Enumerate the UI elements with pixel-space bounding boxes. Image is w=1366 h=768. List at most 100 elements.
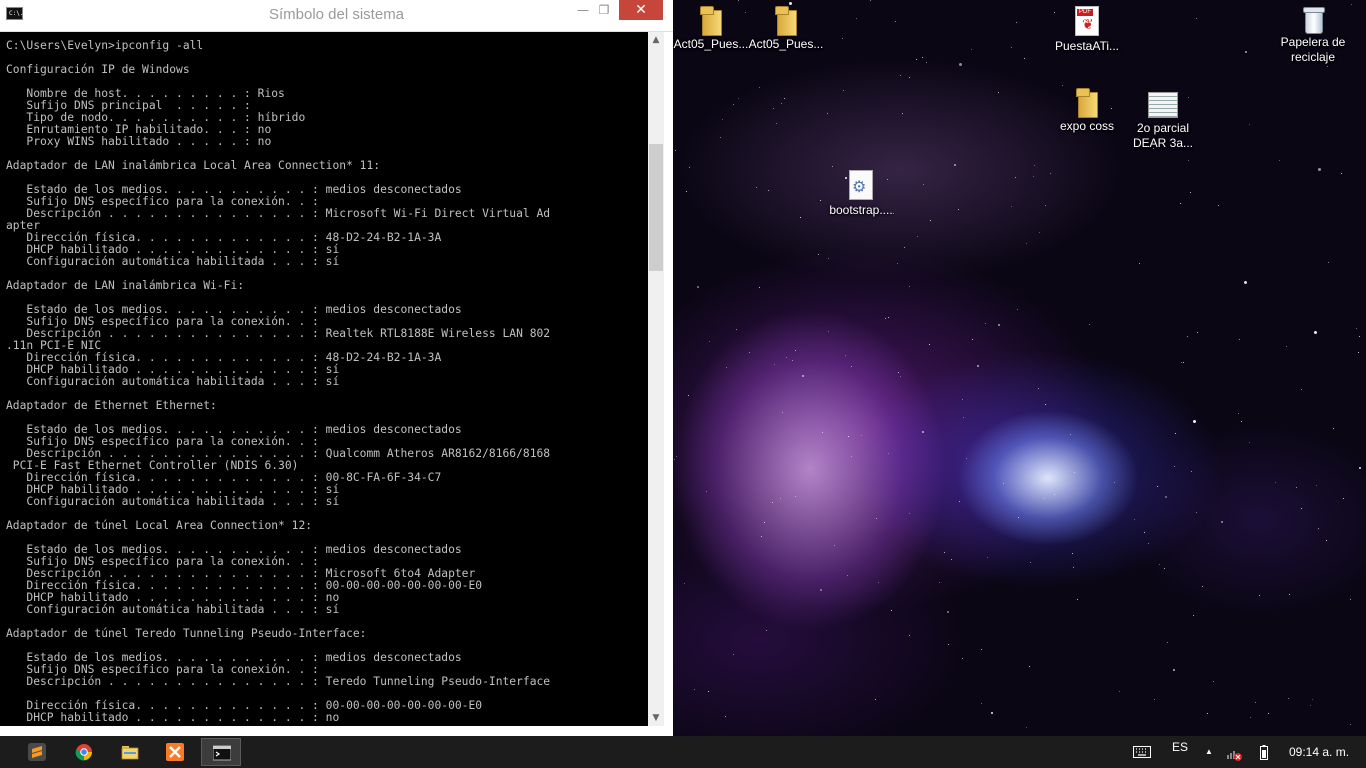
star [900, 375, 902, 377]
star [1011, 47, 1013, 49]
taskbar-xampp[interactable] [155, 738, 195, 766]
star [687, 395, 689, 397]
star [929, 219, 931, 221]
star [1327, 262, 1329, 264]
star [1156, 485, 1158, 487]
taskbar-chrome[interactable] [64, 738, 104, 766]
star [768, 190, 770, 192]
desktop-icon-2o-parcial[interactable]: 2o parcial DEAR 3a... [1122, 92, 1204, 151]
window-border-right [664, 32, 673, 736]
star [915, 58, 917, 60]
star [985, 323, 987, 325]
console-line: Adaptador de túnel Teredo Tunneling Pseu… [6, 627, 367, 640]
star [908, 77, 910, 79]
star [878, 581, 880, 583]
language-indicator[interactable]: ES [1172, 731, 1188, 763]
star [904, 246, 906, 248]
command-prompt-window[interactable]: C:\. Símbolo del sistema — ❐ ✕ C:\Users\… [0, 0, 673, 736]
star [801, 375, 804, 378]
battery-icon[interactable] [1260, 745, 1268, 760]
star [972, 338, 974, 340]
star [761, 536, 763, 538]
desktop-icon-act05-1[interactable]: Act05_Pues... [670, 6, 752, 52]
star [990, 711, 993, 714]
recycle-bin-icon [1303, 6, 1325, 34]
taskbar-file-explorer[interactable] [110, 738, 150, 766]
star [1289, 593, 1290, 595]
star [1245, 50, 1248, 53]
star [958, 501, 960, 503]
folder-icon [121, 746, 139, 760]
star [841, 37, 843, 39]
star [901, 113, 903, 115]
star [709, 340, 711, 342]
star [738, 98, 740, 100]
star [1359, 467, 1362, 470]
star [1118, 691, 1120, 693]
star [834, 544, 836, 546]
taskbar-sublime-text[interactable] [17, 738, 57, 766]
desktop-icon-pdf-puesta[interactable]: PDF ❦ PuestaATi... [1046, 6, 1128, 54]
close-button[interactable]: ✕ [619, 0, 663, 20]
star [1015, 21, 1017, 23]
star [693, 689, 695, 691]
star [1313, 331, 1317, 335]
star [1267, 712, 1269, 714]
console-line: Descripción . . . . . . . . . . . . . . … [6, 327, 551, 340]
console-line: Configuración automática habilitada . . … [6, 495, 340, 508]
star [944, 552, 946, 554]
star [1014, 177, 1016, 179]
desktop-icon-bootstrap[interactable]: ⚙ bootstrap.... [820, 170, 902, 218]
star [828, 331, 830, 333]
star [1186, 335, 1188, 337]
star [1195, 18, 1197, 20]
star [1172, 668, 1175, 671]
star [1258, 594, 1260, 596]
star [1248, 124, 1250, 126]
star [755, 186, 757, 188]
star [832, 166, 834, 168]
star [685, 190, 687, 192]
desktop-icon-act05-2[interactable]: Act05_Pues... [745, 6, 827, 52]
star [1017, 308, 1019, 310]
star [697, 286, 700, 289]
console-output[interactable]: C:\Users\Evelyn>ipconfig -all Configuraci… [0, 32, 648, 734]
star [1190, 471, 1192, 473]
star [1190, 192, 1192, 194]
taskbar-command-prompt[interactable] [201, 738, 241, 766]
star [908, 512, 910, 514]
star [917, 236, 919, 238]
star [1148, 542, 1150, 544]
star [998, 92, 1000, 94]
maximize-button[interactable]: ❐ [590, 0, 618, 20]
star [1187, 160, 1189, 162]
show-hidden-icons-arrow-icon[interactable]: ▲ [1205, 736, 1213, 768]
star [850, 365, 852, 367]
star [922, 56, 924, 58]
star [844, 355, 846, 357]
star [822, 431, 824, 433]
keyboard-icon[interactable] [1133, 746, 1151, 758]
desktop-icon-label: bootstrap.... [829, 203, 893, 217]
console-line: Adaptador de LAN inalámbrica Wi-Fi: [6, 279, 245, 292]
scroll-up-arrow-icon[interactable]: ▲ [648, 32, 664, 48]
star [1217, 205, 1219, 207]
star [1114, 481, 1116, 483]
star [725, 715, 727, 717]
clock[interactable]: 09:14 a. m. [1289, 736, 1349, 768]
network-status-icon[interactable] [1226, 745, 1242, 761]
star [847, 575, 849, 577]
vertical-scrollbar[interactable]: ▲ ▼ [648, 32, 664, 726]
star [772, 501, 774, 503]
desktop-icon-recycle-bin[interactable]: Papelera de reciclaje [1272, 6, 1354, 65]
star [1243, 281, 1247, 285]
star [1192, 614, 1194, 616]
desktop-icon-expo-coss[interactable]: expo coss [1046, 88, 1128, 134]
scroll-down-arrow-icon[interactable]: ▼ [648, 710, 664, 726]
star [987, 557, 989, 559]
window-title-bar[interactable]: C:\. Símbolo del sistema — ❐ ✕ [0, 0, 673, 32]
star [788, 2, 792, 6]
star [1134, 518, 1136, 520]
star [673, 459, 675, 461]
scrollbar-thumb[interactable] [649, 144, 663, 271]
